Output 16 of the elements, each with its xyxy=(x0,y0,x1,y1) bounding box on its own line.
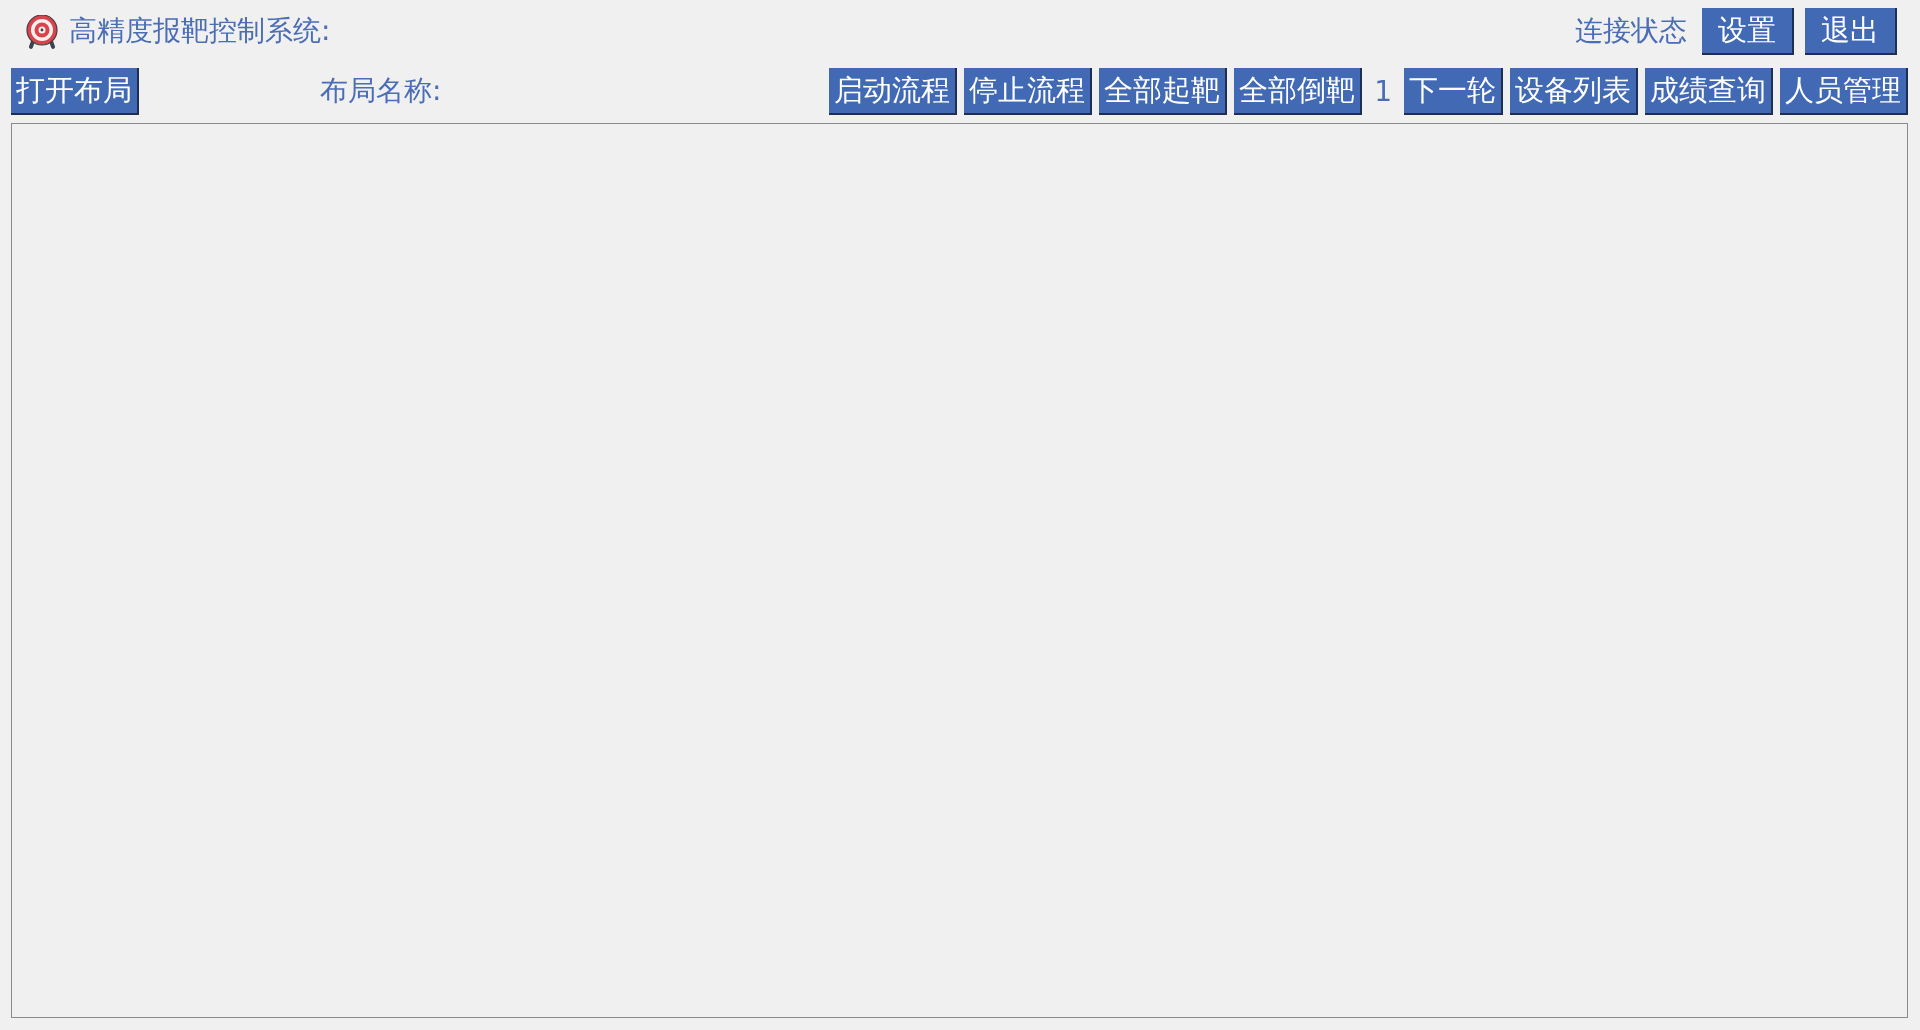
toolbar-button[interactable]: 人员管理 xyxy=(1780,67,1908,115)
flow-button[interactable]: 启动流程 xyxy=(829,67,958,115)
app-title: 高精度报靶控制系统: xyxy=(69,13,331,49)
toolbar-button[interactable]: 成绩查询 xyxy=(1645,67,1773,115)
toolbar-button[interactable]: 设备列表 xyxy=(1510,67,1638,115)
target-icon xyxy=(24,15,60,49)
flow-button[interactable]: 全部起靶 xyxy=(1099,67,1228,115)
round-number: 1 xyxy=(1374,74,1392,108)
header-button[interactable]: 退出 xyxy=(1805,7,1897,55)
toolbar-button[interactable]: 下一轮 xyxy=(1404,67,1503,115)
open-layout-button[interactable]: 打开布局 xyxy=(11,67,139,115)
header-button[interactable]: 设置 xyxy=(1702,7,1794,55)
layout-name-label: 布局名称: xyxy=(320,73,442,109)
flow-button[interactable]: 全部倒靶 xyxy=(1234,67,1363,115)
flow-button[interactable]: 停止流程 xyxy=(964,67,1093,115)
connection-status-label: 连接状态 xyxy=(1575,13,1687,49)
